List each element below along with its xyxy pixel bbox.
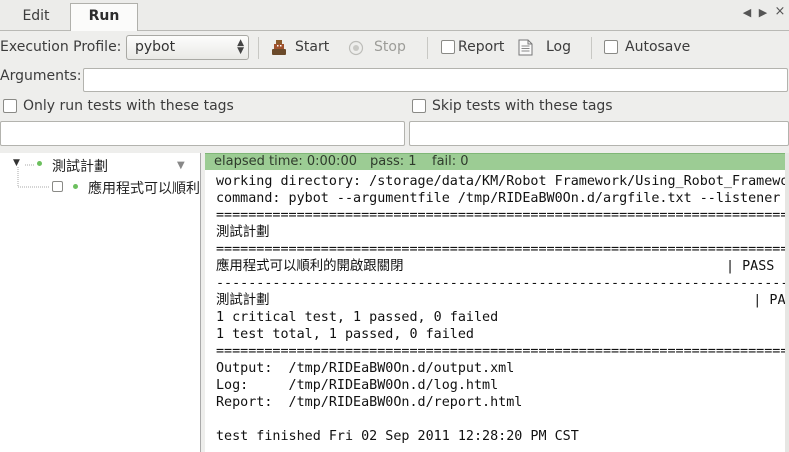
toolbar-separator — [591, 37, 592, 59]
output-line: Report: /tmp/RIDEaBW0On.d/report.html — [216, 395, 523, 410]
output-line: command: pybot --argumentfile /tmp/RIDEa… — [216, 191, 781, 206]
log-document-icon[interactable] — [518, 39, 533, 56]
arguments-label: Arguments: — [0, 68, 82, 84]
run-status-bar: elapsed time: 0:00:00 pass: 1 fail: 0 — [205, 153, 785, 171]
stop-button[interactable]: Stop — [374, 39, 406, 55]
output-line: 測試計劃 | PASS | — [216, 293, 786, 308]
test-select-checkbox[interactable] — [52, 181, 63, 192]
tab-run[interactable]: Run — [70, 3, 138, 31]
execution-profile-label: Execution Profile: — [0, 39, 122, 55]
output-line: test finished Fri 02 Sep 2011 12:28:20 P… — [216, 429, 579, 444]
spin-arrows-icon: ▲ ▼ — [237, 38, 244, 56]
execution-profile-value: pybot — [135, 39, 176, 55]
tab-scroll-right-icon[interactable]: ▶ — [756, 6, 770, 19]
pass-count: pass: 1 — [370, 154, 417, 169]
output-line: 1 critical test, 1 passed, 0 failed — [216, 310, 499, 325]
tree-test-item[interactable]: 應用程式可以順利的開啟跟關閉 — [88, 178, 200, 198]
skip-tags-label[interactable]: Skip tests with these tags — [432, 98, 613, 114]
output-line: working directory: /storage/data/KM/Robo… — [216, 174, 786, 189]
output-line: 應用程式可以順利的開啟跟關閉 | PASS | — [216, 259, 786, 274]
fail-count: fail: 0 — [432, 154, 469, 169]
only-run-tags-input[interactable] — [0, 121, 405, 146]
elapsed-time: elapsed time: 0:00:00 — [214, 154, 357, 169]
output-line: ========================================… — [216, 208, 786, 223]
tree-dropdown-icon[interactable]: ▼ — [177, 160, 185, 171]
output-lines: working directory: /storage/data/KM/Robo… — [216, 173, 786, 445]
start-button[interactable]: Start — [295, 39, 329, 55]
output-line: Log: /tmp/RIDEaBW0On.d/log.html — [216, 378, 499, 393]
tree-suite-item[interactable]: 測試計劃 — [52, 156, 108, 176]
toolbar-separator — [258, 37, 259, 59]
output-line: ========================================… — [216, 344, 786, 359]
stop-icon[interactable] — [348, 40, 364, 56]
autosave-checkbox[interactable] — [604, 40, 618, 54]
report-label[interactable]: Report — [458, 39, 504, 55]
tab-edit[interactable]: Edit — [8, 4, 64, 29]
output-line: Output: /tmp/RIDEaBW0On.d/output.xml — [216, 361, 515, 376]
output-line: ----------------------------------------… — [216, 276, 786, 291]
log-button[interactable]: Log — [546, 39, 571, 55]
arguments-input[interactable] — [83, 68, 788, 92]
start-robot-icon[interactable] — [270, 39, 288, 57]
suite-status-icon — [37, 161, 42, 166]
execution-profile-select[interactable]: pybot ▲ ▼ — [126, 35, 249, 60]
only-run-tags-checkbox[interactable] — [3, 99, 17, 113]
output-line: ========================================… — [216, 242, 786, 257]
output-scrollbar[interactable] — [785, 153, 789, 452]
test-status-icon — [73, 184, 78, 189]
tree-expand-icon[interactable]: ▼ — [13, 158, 20, 168]
close-tab-icon[interactable]: × — [773, 4, 787, 19]
output-console: working directory: /storage/data/KM/Robo… — [205, 170, 786, 452]
skip-tags-input[interactable] — [409, 121, 789, 146]
output-line: 測試計劃 — [216, 225, 270, 240]
report-checkbox[interactable] — [441, 40, 455, 54]
test-tree-panel: ▼ 測試計劃 ▼ 應用程式可以順利的開啟跟關閉 — [0, 153, 201, 452]
toolbar-separator — [427, 37, 428, 59]
autosave-label[interactable]: Autosave — [625, 39, 690, 55]
tab-scroll-left-icon[interactable]: ◀ — [740, 6, 754, 19]
skip-tags-checkbox[interactable] — [412, 99, 426, 113]
output-line: 1 test total, 1 passed, 0 failed — [216, 327, 474, 342]
only-run-tags-label[interactable]: Only run tests with these tags — [23, 98, 234, 114]
